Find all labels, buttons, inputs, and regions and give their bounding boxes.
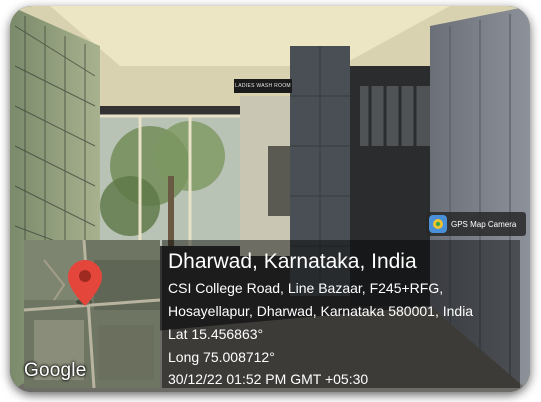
latitude-text: Lat 15.456863° xyxy=(168,326,264,342)
google-attribution: Google xyxy=(24,360,87,381)
timestamp-text: 30/12/22 01:52 PM GMT +05:30 xyxy=(168,371,369,387)
location-title: Dharwad, Karnataka, India xyxy=(168,250,417,273)
address-line-2: Hosayellapur, Dharwad, Karnataka 580001,… xyxy=(168,303,474,319)
gps-map-camera-icon xyxy=(429,215,447,233)
washroom-sign: LADIES WASH ROOM xyxy=(234,79,292,93)
gps-map-camera-label: GPS Map Camera xyxy=(451,219,517,229)
location-info-panel: Dharwad, Karnataka, India CSI College Ro… xyxy=(162,240,520,388)
longitude-text: Long 75.008712° xyxy=(168,349,275,365)
photo-frame: LADIES WASH ROOM GPS Map Camera Google D… xyxy=(10,6,530,392)
gps-map-camera-badge: GPS Map Camera xyxy=(426,212,526,236)
location-marker-icon xyxy=(68,260,102,306)
address-line-1: CSI College Road, Line Bazaar, F245+RFG, xyxy=(168,280,444,296)
